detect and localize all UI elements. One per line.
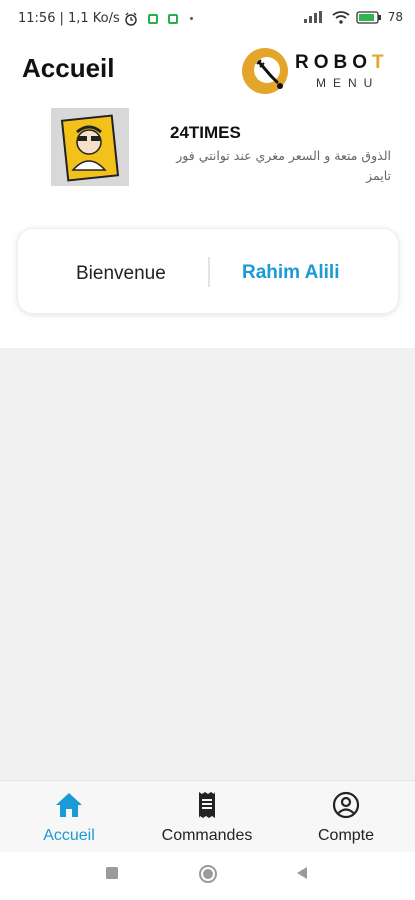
- nav-label-compte: Compte: [317, 827, 375, 844]
- battery-level: 78: [387, 10, 403, 24]
- app-notification-icon-2: [167, 13, 178, 24]
- status-left: 11:56 | 1,1 Ko/s: [18, 11, 193, 26]
- restaurant-info: 24TIMES الذوق متعة و السعر مغري عند توان…: [0, 106, 415, 196]
- signal-icon: [303, 11, 322, 23]
- network-speed: | 1,1 Ko/s: [59, 11, 120, 26]
- welcome-divider: [208, 257, 210, 287]
- page-title: Accueil: [22, 53, 115, 83]
- status-time: 11:56: [18, 11, 56, 26]
- logo-mark-icon: [242, 48, 288, 94]
- logo-text-menu: MENU: [316, 76, 380, 90]
- welcome-label: Bienvenue: [76, 263, 166, 284]
- bottom-navigation: Accueil Commandes Compte: [0, 780, 415, 852]
- more-notifications-icon: [189, 17, 193, 20]
- home-icon: [56, 793, 82, 817]
- logo-text-t: T: [372, 52, 389, 73]
- app-notification-icon: [147, 13, 158, 24]
- restaurant-avatar: [51, 108, 129, 186]
- receipt-icon: [199, 792, 215, 818]
- home-button-icon[interactable]: [198, 864, 218, 884]
- restaurant-name: 24TIMES: [170, 123, 241, 142]
- welcome-card: Bienvenue Rahim Alili: [17, 228, 399, 314]
- system-navigation-bar: [0, 852, 415, 900]
- alarm-icon: [125, 12, 137, 26]
- status-right: 78: [303, 10, 403, 24]
- restaurant-description: الذوق متعة و السعر مغري عند توانتي فور ت…: [176, 148, 391, 183]
- logo-text-robo: ROBO: [295, 52, 372, 73]
- nav-label-commandes: Commandes: [161, 827, 253, 844]
- robot-menu-logo: ROBOT MENU: [240, 46, 398, 98]
- logo-text-robot: ROBOT: [295, 52, 389, 74]
- back-icon[interactable]: [295, 866, 309, 880]
- nav-label-accueil: Accueil: [43, 827, 95, 844]
- recent-apps-icon[interactable]: [105, 866, 119, 880]
- user-name: Rahim Alili: [242, 262, 340, 283]
- nav-item-accueil[interactable]: Accueil: [0, 781, 138, 853]
- restaurant-logo-image: [51, 108, 129, 186]
- app-header: Accueil ROBOT MENU: [0, 36, 415, 106]
- battery-icon: [356, 10, 381, 24]
- content-area: [0, 348, 415, 780]
- nav-item-compte[interactable]: Compte: [277, 781, 415, 853]
- account-icon: [332, 791, 360, 819]
- nav-item-commandes[interactable]: Commandes: [138, 781, 276, 853]
- status-bar: 11:56 | 1,1 Ko/s 78: [0, 0, 415, 36]
- wifi-icon: [332, 10, 350, 24]
